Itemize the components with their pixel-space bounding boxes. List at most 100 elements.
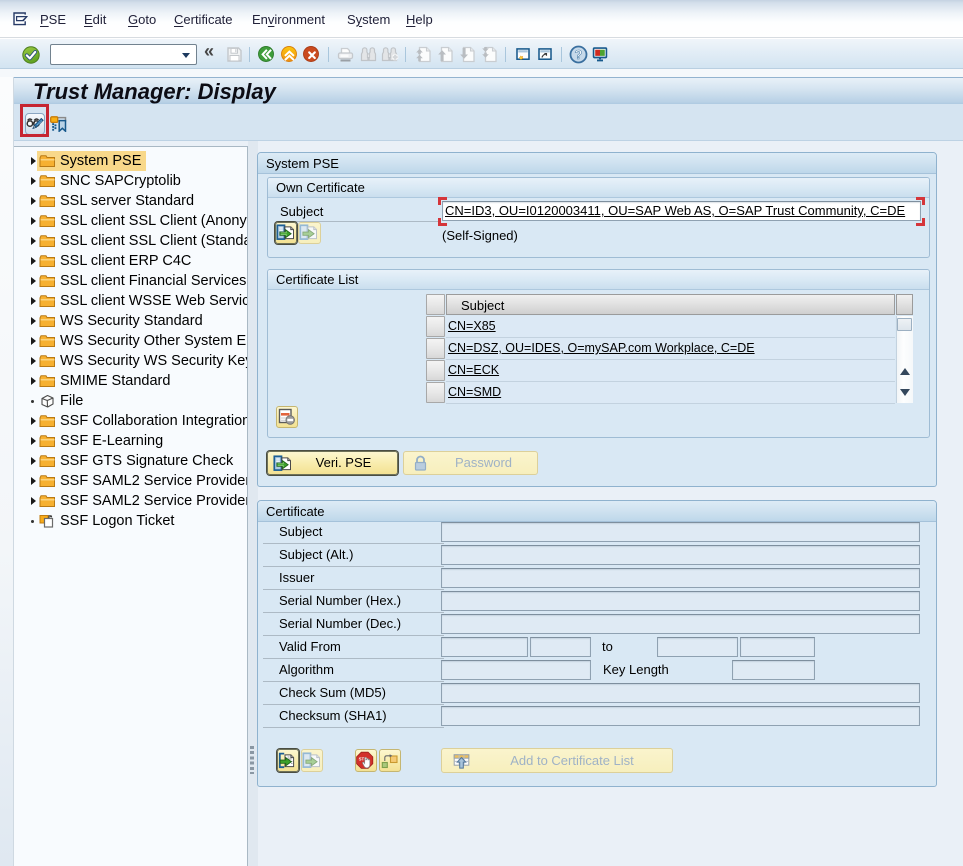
tree-expander-icon[interactable] [31,317,36,325]
menu-system[interactable]: System [347,3,390,37]
tree-expander-icon[interactable] [31,297,36,305]
certificate-field-input[interactable] [441,568,920,588]
tree-item[interactable]: SSL server Standard [14,191,247,211]
table-row-select-cell[interactable] [426,338,445,359]
back-icon[interactable] [258,46,275,63]
stop-button[interactable] [355,749,377,772]
menu-edit[interactable]: Edit [84,3,106,37]
add-to-certificate-list-button[interactable]: Add to Certificate List [441,748,673,773]
last-page-icon[interactable] [480,45,499,64]
save-icon[interactable] [225,45,244,64]
certificate-subject-link[interactable]: CN=SMD [448,385,501,399]
table-vscrollbar-thumb[interactable] [897,318,912,331]
command-dropdown-icon[interactable] [182,53,190,58]
new-session-icon[interactable] [514,45,532,64]
tree-expander-icon[interactable] [31,157,36,165]
tree-expander-icon[interactable] [31,377,36,385]
exit-icon[interactable] [281,46,298,63]
tree-expander-icon[interactable] [31,497,36,505]
table-row-select-cell[interactable] [426,360,445,381]
enter-icon[interactable] [22,46,40,64]
tree-item[interactable]: WS Security Other System Encryption [14,331,247,351]
tree-item[interactable]: SSF E-Learning [14,431,247,451]
create-shortcut-icon[interactable] [536,45,554,64]
tree-expander-icon[interactable] [31,277,36,285]
tree-item[interactable]: SNC SAPCryptolib [14,171,247,191]
print-icon[interactable] [336,45,355,64]
valid-from-time-input[interactable] [530,637,591,657]
table-column-header-subject[interactable]: Subject [446,294,895,315]
system-menu-icon[interactable] [13,12,28,26]
tree-item[interactable]: SSF SAML2 Service Provider - S [14,491,247,511]
table-row[interactable]: CN=ECK [446,360,895,382]
menu-help[interactable]: Help [406,3,433,37]
previous-page-icon[interactable] [436,45,455,64]
own-subject-field[interactable]: CN=ID3, OU=I0120003411, OU=SAP Web AS, O… [442,201,921,221]
customize-layout-icon[interactable] [591,45,609,64]
menu-certificate[interactable]: Certificate [174,3,233,37]
tree-expander-icon[interactable] [31,237,36,245]
find-next-icon[interactable] [381,45,400,64]
certificate-field-input[interactable] [441,683,920,703]
table-row-select-cell[interactable] [426,382,445,403]
table-row[interactable]: CN=SMD [446,382,895,404]
distribute-button[interactable] [50,116,67,132]
certificate-field-input[interactable] [441,545,920,565]
table-scroll-up-button[interactable] [896,360,913,382]
table-scroll-down-button[interactable] [896,382,913,403]
menu-pse[interactable]: PSE [40,3,66,37]
tree-item[interactable]: File [14,391,247,411]
table-row-select-cell[interactable] [426,316,445,337]
table-select-all-cell[interactable] [426,294,445,315]
certificate-field-input[interactable] [441,591,920,611]
help-icon[interactable] [569,45,588,64]
verify-pse-button[interactable]: Veri. PSE [267,451,398,475]
tree-item[interactable]: SSL client SSL Client (Standard) [14,231,247,251]
tree-expander-icon[interactable] [31,257,36,265]
table-row[interactable]: CN=DSZ, OU=IDES, O=mySAP.com Workplace, … [446,338,895,360]
tree-expander-icon[interactable] [31,357,36,365]
tree-item[interactable]: WS Security WS Security Keys [14,351,247,371]
certificate-field-input[interactable] [441,614,920,634]
certificate-subject-link[interactable]: CN=DSZ, OU=IDES, O=mySAP.com Workplace, … [448,341,755,355]
cancel-icon[interactable] [303,46,320,63]
menu-environment[interactable]: Environment [252,3,325,37]
tree-expander-icon[interactable] [31,437,36,445]
collapse-icon[interactable]: « [204,41,214,62]
remove-from-list-button[interactable] [276,406,298,428]
tree-expander-icon[interactable] [31,197,36,205]
own-subject-value[interactable]: CN=ID3, OU=I0120003411, OU=SAP Web AS, O… [443,202,920,220]
password-button[interactable]: Password [403,451,538,475]
tree-expander-icon[interactable] [31,217,36,225]
tree-expander-icon[interactable] [31,477,36,485]
algorithm-input[interactable] [441,660,591,680]
certificate-field-input[interactable] [441,706,920,726]
splitter-grip[interactable] [250,746,254,774]
valid-from-date-input[interactable] [441,637,528,657]
import-certificate-button[interactable] [277,749,299,772]
tree-item[interactable]: SSF GTS Signature Check [14,451,247,471]
certificate-field-input[interactable] [441,522,920,542]
tree-item[interactable]: SSL client Financial Services [14,271,247,291]
tree-expander-icon[interactable] [31,337,36,345]
export-certificate-button[interactable] [301,749,323,772]
certificate-subject-link[interactable]: CN=X85 [448,319,496,333]
first-page-icon[interactable] [414,45,433,64]
tree-item[interactable]: SMIME Standard [14,371,247,391]
table-row[interactable]: CN=X85 [446,316,895,338]
valid-to-time-input[interactable] [740,637,815,657]
tree-expander-icon[interactable] [31,457,36,465]
import-own-certificate-button[interactable] [298,222,321,244]
certificate-subject-link[interactable]: CN=ECK [448,363,499,377]
tree-item[interactable]: SSL client SSL Client (Anonymous) [14,211,247,231]
tree-item[interactable]: WS Security Standard [14,311,247,331]
command-field[interactable] [50,44,197,65]
next-page-icon[interactable] [458,45,477,64]
tree-item[interactable]: SSL client WSSE Web Service Security [14,291,247,311]
tree-item[interactable]: SSF Logon Ticket [14,511,247,531]
menu-goto[interactable]: Goto [128,3,156,37]
tree-item[interactable]: SSL client ERP C4C [14,251,247,271]
find-icon[interactable] [359,45,378,64]
swap-button[interactable] [379,749,401,772]
export-own-certificate-button[interactable] [275,222,297,244]
